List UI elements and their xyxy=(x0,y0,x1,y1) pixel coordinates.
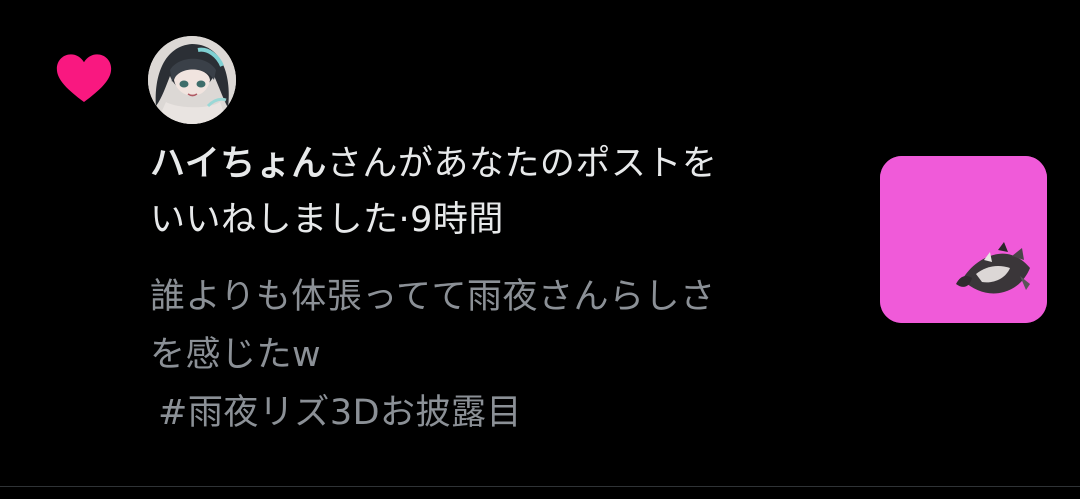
action-text-2: いいねしました xyxy=(150,200,399,240)
post-text-line: 誰よりも体張ってて雨夜さんらしさ xyxy=(150,277,716,317)
user-name[interactable]: ハイちょん xyxy=(150,144,327,184)
timestamp: 9時間 xyxy=(410,200,504,240)
avatar-illustration xyxy=(148,36,236,124)
heart-icon xyxy=(56,54,112,103)
like-notification[interactable]: ハイちょんさんがあなたのポストを いいねしました·9時間 誰よりも体張ってて雨夜… xyxy=(0,0,1080,486)
post-preview-text[interactable]: 誰よりも体張ってて雨夜さんらしさ を感じたw #雨夜リズ3Dお披露目 xyxy=(150,268,840,442)
action-text-1: さんがあなたのポストを xyxy=(326,144,718,184)
post-text-line: を感じたw xyxy=(150,335,322,375)
post-media-thumbnail[interactable] xyxy=(880,156,1047,323)
notification-headline: ハイちょんさんがあなたのポストを いいねしました·9時間 xyxy=(150,136,840,248)
user-avatar[interactable] xyxy=(148,36,236,124)
thumbnail-figure xyxy=(880,156,1047,323)
divider xyxy=(0,486,1080,487)
hashtag-link[interactable]: #雨夜リズ3Dお披露目 xyxy=(150,384,840,442)
separator-dot: · xyxy=(398,200,411,240)
